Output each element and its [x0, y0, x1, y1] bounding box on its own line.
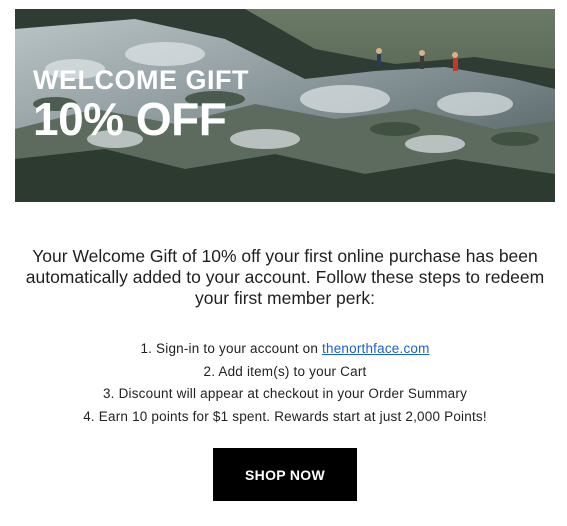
hero-headline: WELCOME GIFT	[33, 65, 249, 95]
step-item-3: 3. Discount will appear at checkout in y…	[102, 386, 468, 401]
step-item-1: 1. Sign-in to your account on thenorthfa…	[20, 338, 550, 361]
thenorthface-link[interactable]: thenorthface.com	[322, 341, 430, 356]
redeem-steps-list: 1. Sign-in to your account on thenorthfa…	[20, 338, 550, 428]
intro-paragraph: Your Welcome Gift of 10% off your first …	[25, 245, 545, 308]
step-item-2: 2. Add item(s) to your Cart	[203, 363, 367, 379]
step-1-text: 1. Sign-in to your account on	[140, 341, 323, 356]
shop-now-button[interactable]: SHOP NOW	[213, 448, 357, 501]
hero-offer: 10% OFF	[33, 93, 227, 145]
hero-banner[interactable]: WELCOME GIFT 10% OFF	[15, 9, 555, 202]
step-item-4: 4. Earn 10 points for $1 spent. Rewards …	[83, 408, 487, 424]
hero-text: WELCOME GIFT 10% OFF	[33, 65, 249, 145]
